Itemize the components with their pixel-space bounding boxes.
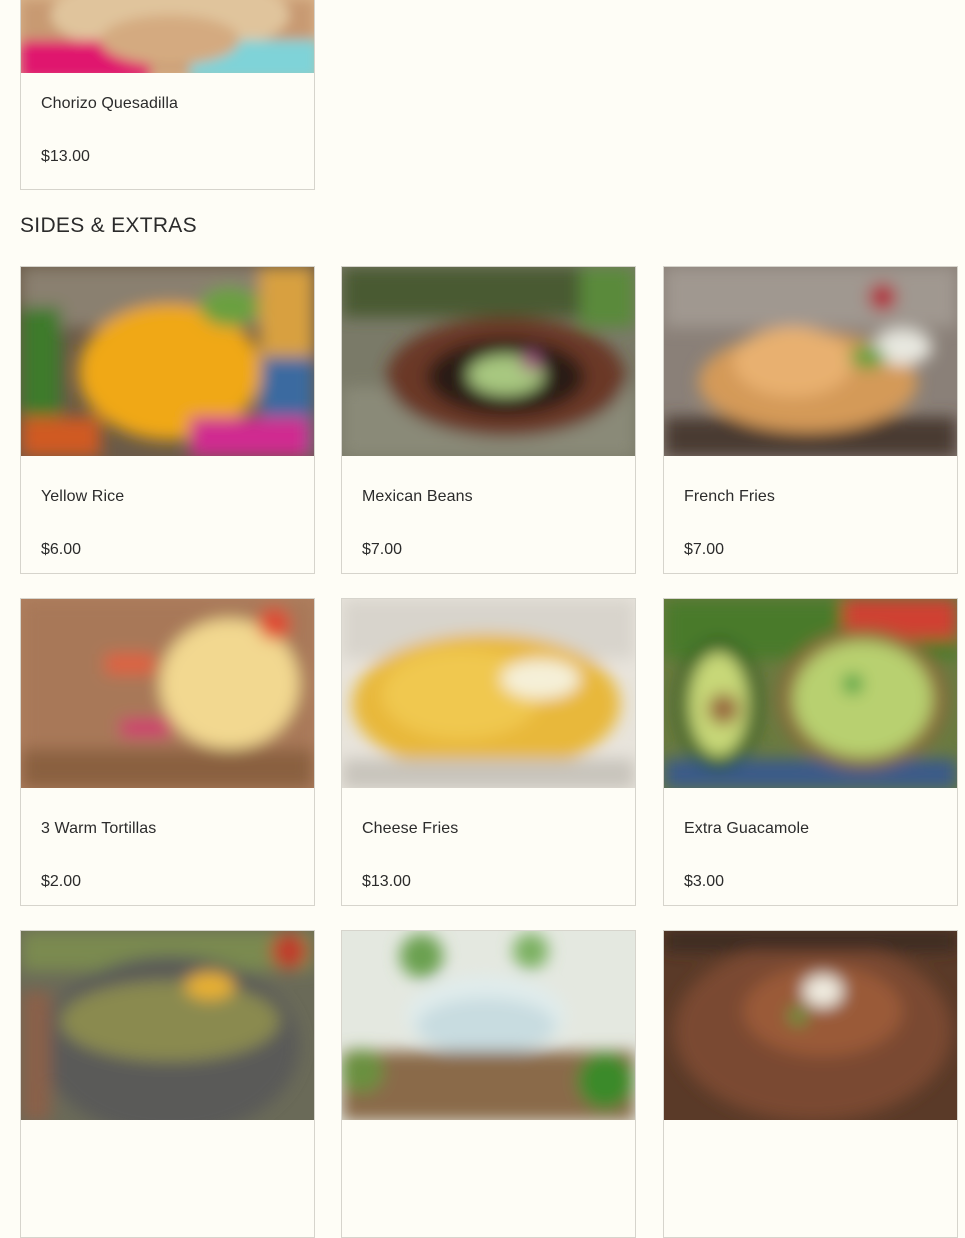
food-image — [21, 267, 314, 456]
menu-item-card[interactable] — [20, 930, 315, 1238]
food-image — [664, 931, 957, 1120]
item-price: $7.00 — [684, 541, 725, 558]
item-name: French Fries — [684, 488, 775, 505]
food-image — [342, 267, 635, 456]
item-price: $2.00 — [41, 873, 82, 890]
menu-item-card[interactable]: 3 Warm Tortillas $2.00 — [20, 598, 315, 906]
item-price: $3.00 — [684, 873, 725, 890]
food-image — [21, 599, 314, 788]
menu-item-card[interactable]: Extra Guacamole $3.00 — [663, 598, 958, 906]
food-image — [664, 267, 957, 456]
menu-item-card[interactable]: Cheese Fries $13.00 — [341, 598, 636, 906]
item-name: Mexican Beans — [362, 488, 473, 505]
food-image — [342, 599, 635, 788]
item-name: Cheese Fries — [362, 820, 459, 837]
item-price: $7.00 — [362, 541, 403, 558]
food-image — [21, 931, 314, 1120]
menu-item-card[interactable]: Mexican Beans $7.00 — [341, 266, 636, 574]
menu-item-card[interactable] — [663, 930, 958, 1238]
item-price: $13.00 — [41, 148, 90, 165]
item-name: Yellow Rice — [41, 488, 125, 505]
menu-item-card[interactable] — [341, 930, 636, 1238]
food-image — [664, 599, 957, 788]
food-image — [342, 931, 635, 1120]
menu-item-card[interactable]: French Fries $7.00 — [663, 266, 958, 574]
item-name: Chorizo Quesadilla — [41, 95, 178, 112]
item-price: $6.00 — [41, 541, 82, 558]
food-image — [21, 0, 314, 73]
section-title: SIDES & EXTRAS — [20, 214, 197, 237]
menu-item-card[interactable]: Chorizo Quesadilla $13.00 — [20, 0, 315, 190]
item-price: $13.00 — [362, 873, 411, 890]
item-name: Extra Guacamole — [684, 820, 810, 837]
item-name: 3 Warm Tortillas — [41, 820, 157, 837]
menu-item-card[interactable]: Yellow Rice $6.00 — [20, 266, 315, 574]
